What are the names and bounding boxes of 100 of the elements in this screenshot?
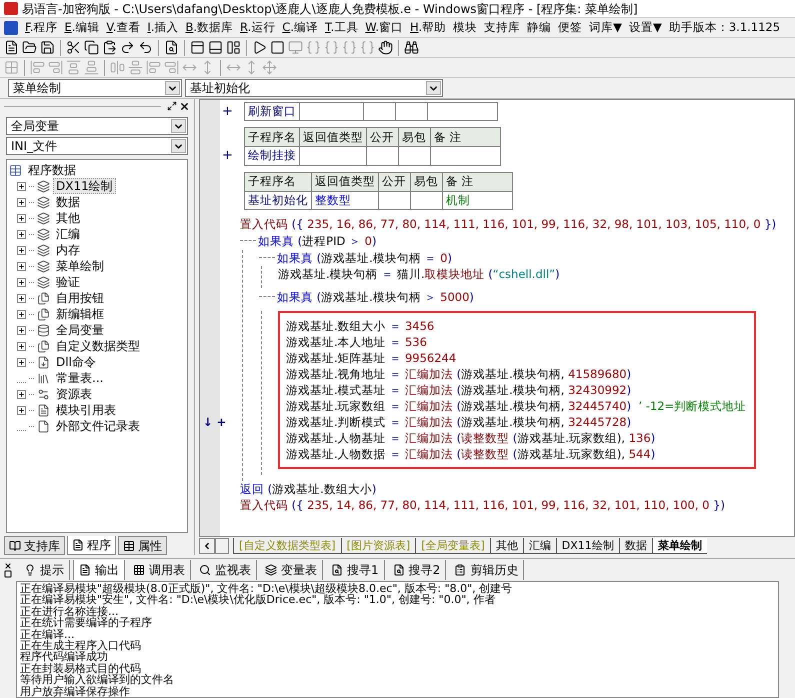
tree-item[interactable]: 内存: [53, 242, 83, 258]
find-icon[interactable]: [164, 40, 179, 55]
column-header: 易包: [410, 172, 442, 191]
tree-item[interactable]: 汇编: [53, 226, 83, 242]
editor-tab[interactable]: 数据: [618, 538, 652, 554]
expand-toggle[interactable]: [17, 358, 26, 366]
variable-dropdown[interactable]: INI_文件: [6, 137, 188, 155]
tree-item[interactable]: Dll命令: [53, 354, 99, 370]
expand-toggle[interactable]: [17, 310, 26, 318]
scroll-left-button[interactable]: [199, 538, 215, 554]
editor-tab[interactable]: 汇编: [522, 538, 556, 554]
expand-toggle[interactable]: [17, 406, 26, 414]
expand-toggle[interactable]: [17, 294, 26, 302]
form-icon: [37, 292, 50, 304]
tree-item[interactable]: 自用按钮: [53, 290, 107, 306]
find-icon: [331, 564, 343, 576]
expand-toggle[interactable]: [17, 182, 26, 190]
menu-item[interactable]: W.窗口: [365, 18, 404, 36]
tree-item[interactable]: 程序数据: [25, 162, 79, 178]
editor-tab[interactable]: 其他: [490, 538, 523, 554]
tree-item[interactable]: DX11绘制: [53, 178, 116, 194]
run-icon[interactable]: [252, 40, 267, 55]
menu-item[interactable]: 便签: [558, 18, 582, 36]
hand-icon[interactable]: [378, 40, 393, 55]
menu-item[interactable]: F.程序: [25, 18, 58, 36]
layout-icon[interactable]: [226, 40, 241, 55]
menu-item[interactable]: C.编译: [282, 18, 318, 36]
binoculars-icon[interactable]: [404, 40, 419, 55]
menu-item[interactable]: T.工具: [324, 18, 358, 36]
output-tab[interactable]: 监视表: [194, 560, 257, 580]
panel-tab[interactable]: 属性: [118, 536, 167, 555]
tree-item[interactable]: 其他: [53, 210, 83, 226]
tree-item[interactable]: 数据: [53, 194, 83, 210]
output-tab[interactable]: 输出: [73, 560, 125, 580]
expand-toggle[interactable]: [17, 198, 26, 206]
expand-toggle[interactable]: [17, 246, 26, 254]
expand-marker[interactable]: +: [222, 102, 233, 122]
menu-item[interactable]: 助手版本：3.1.1125: [668, 18, 780, 36]
scroll-thumb[interactable]: [215, 538, 229, 554]
copy-icon[interactable]: [84, 40, 99, 55]
new-file-icon[interactable]: [4, 40, 19, 55]
assembly-dropdown[interactable]: 菜单绘制: [8, 79, 182, 97]
menu-item[interactable]: 静编: [527, 18, 552, 36]
panel-tab[interactable]: 程序: [67, 536, 116, 555]
output-tab[interactable]: 搜寻2: [388, 560, 446, 580]
expand-toggle[interactable]: [17, 214, 26, 222]
editor-tab[interactable]: DX11绘制: [556, 538, 619, 554]
code-line: 游戏基址.模式基址 ＝ 汇编加法 (游戏基址.模块句柄, 32430992): [286, 382, 632, 398]
book-icon: [9, 540, 21, 552]
stop-icon[interactable]: [270, 40, 285, 55]
code-line: 游戏基址.人物基址 ＝ 汇编加法 (读整数型 (游戏基址.玩家数组), 136): [286, 430, 656, 446]
menu-item[interactable]: 词库▼: [589, 18, 622, 36]
tree-item[interactable]: 常量表...: [53, 370, 106, 386]
menu-item[interactable]: 设置▼: [628, 18, 662, 36]
output-tab[interactable]: 变量表: [260, 560, 323, 580]
scope-dropdown[interactable]: 全局变量: [6, 117, 188, 135]
redo-icon[interactable]: [120, 40, 135, 55]
menu-item[interactable]: I.插入: [147, 18, 178, 36]
output-tab[interactable]: 搜寻1: [326, 560, 385, 580]
expand-toggle[interactable]: [17, 326, 26, 334]
layout-icon[interactable]: [208, 40, 223, 55]
tree-item[interactable]: 新编辑框: [53, 306, 107, 322]
close-icon[interactable]: [179, 100, 190, 112]
expand-toggle[interactable]: [17, 262, 26, 270]
code-line: 游戏基址.数组大小 ＝ 3456: [286, 318, 434, 334]
panel-tab[interactable]: 支持库: [4, 536, 65, 555]
tree-item[interactable]: 资源表: [53, 386, 95, 402]
output-line: 正在编译易模块"安生", 文件名: "D:\e\模块\优化版Drice.ec", 版本号: "1.0", 创建号: "0.0", 作者: [20, 594, 496, 606]
expand-toggle[interactable]: [17, 230, 26, 238]
menu-item[interactable]: H.帮助: [410, 18, 446, 36]
subroutine-dropdown[interactable]: 基址初始化: [185, 79, 443, 97]
output-tab[interactable]: 提示: [19, 560, 70, 580]
menu-item[interactable]: R.运行: [240, 18, 276, 36]
menu-item[interactable]: E.编辑: [64, 18, 100, 36]
output-tab[interactable]: 剪辑历史: [449, 560, 524, 580]
open-folder-icon[interactable]: [22, 40, 37, 55]
menu-item[interactable]: V.查看: [106, 18, 140, 36]
output-tab[interactable]: 调用表: [128, 560, 191, 580]
expand-marker[interactable]: +: [222, 146, 233, 166]
close-icon[interactable]: [4, 562, 12, 570]
tree-item[interactable]: 模块引用表: [53, 402, 119, 418]
save-icon[interactable]: [40, 40, 55, 55]
tree-item[interactable]: 外部文件记录表: [53, 418, 143, 434]
undo-icon[interactable]: [138, 40, 153, 55]
cut-icon[interactable]: [66, 40, 81, 55]
menu-item[interactable]: B.数据库: [185, 18, 234, 36]
editor-tab[interactable]: 菜单绘制: [652, 538, 707, 554]
menu-item[interactable]: 模块: [453, 18, 478, 36]
expand-toggle[interactable]: [17, 390, 26, 398]
paste-icon[interactable]: [102, 40, 117, 55]
tree-item[interactable]: 验证: [53, 274, 83, 290]
tree-item[interactable]: 菜单绘制: [53, 258, 107, 274]
clipboard-icon: [454, 564, 466, 576]
menu-item[interactable]: 支持库: [484, 18, 520, 36]
layout-icon[interactable]: [190, 40, 205, 55]
expand-toggle[interactable]: [17, 278, 26, 286]
expand-toggle[interactable]: [17, 342, 26, 350]
tree-item[interactable]: 自定义数据类型: [53, 338, 143, 354]
tree-item[interactable]: 全局变量: [53, 322, 107, 338]
app-menu-icon[interactable]: [4, 20, 18, 34]
